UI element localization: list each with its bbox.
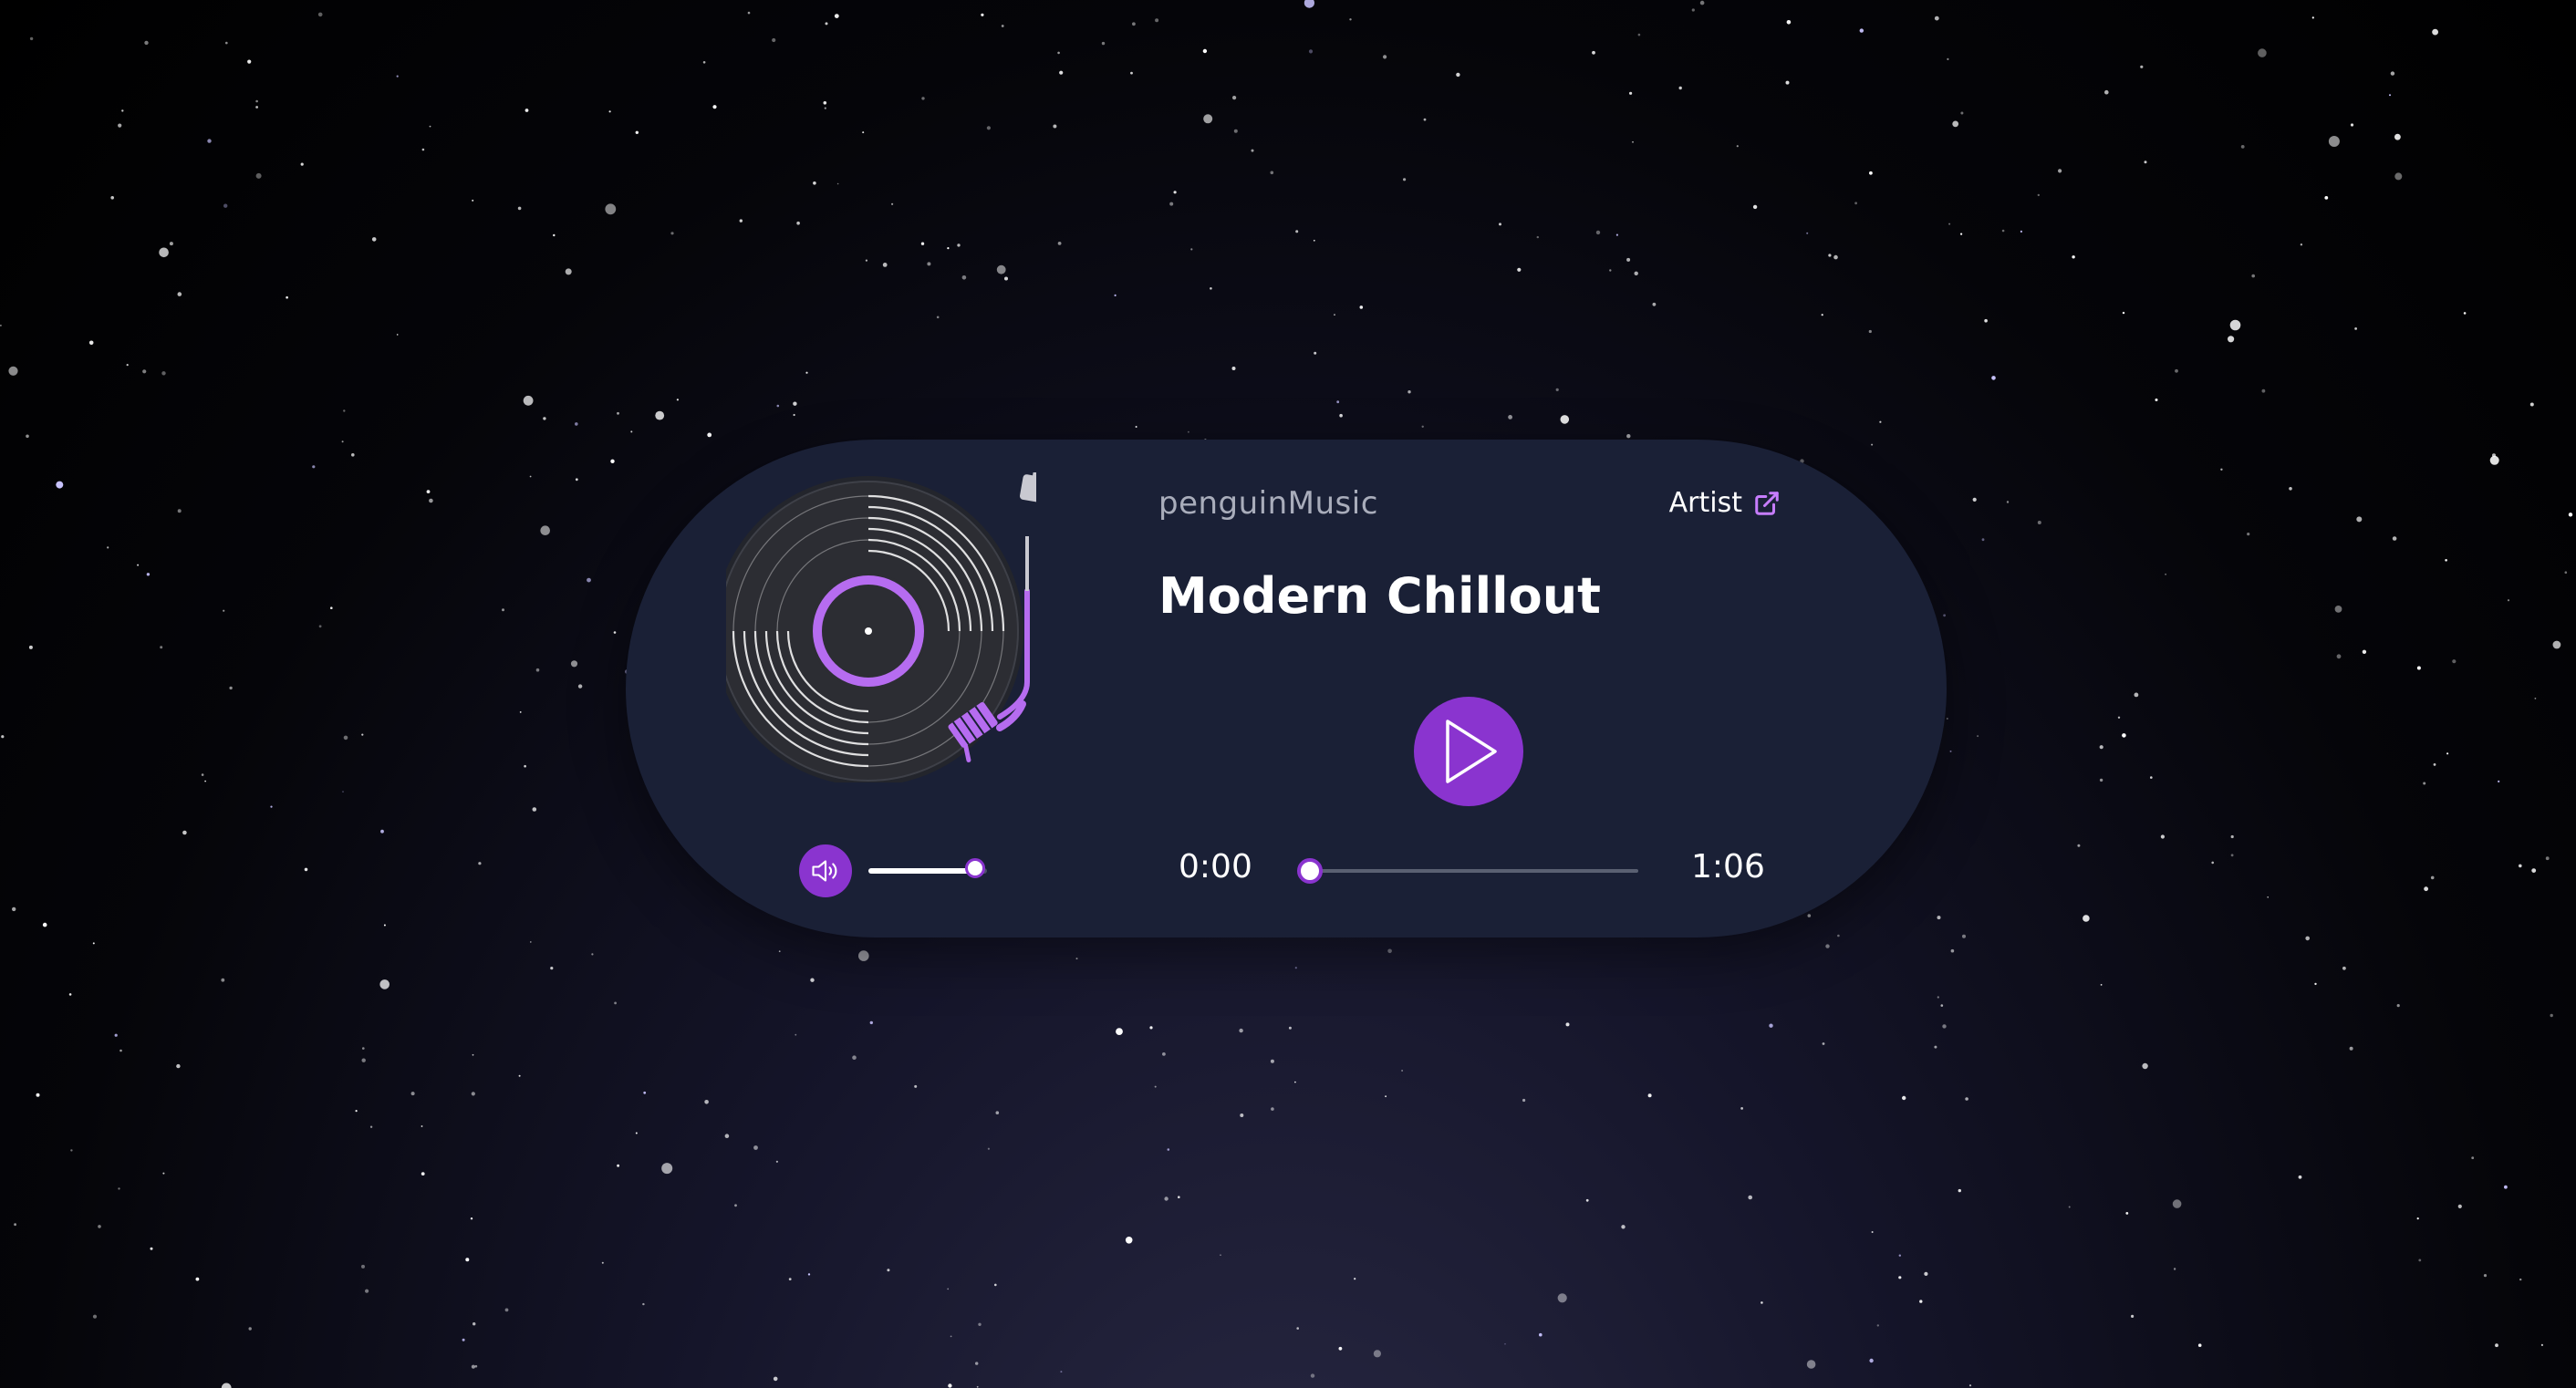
- progress-bar-thumb[interactable]: [1297, 858, 1323, 884]
- volume-icon: [812, 860, 837, 882]
- music-player-card: penguinMusic Artist Modern Chillout 0:00…: [626, 440, 1947, 937]
- total-time: 1:06: [1691, 848, 1765, 886]
- volume-slider-thumb[interactable]: [965, 858, 985, 878]
- artist-link-label: Artist: [1668, 487, 1742, 519]
- vinyl-turntable-icon: [726, 472, 1036, 782]
- artist-link[interactable]: Artist: [1669, 487, 1781, 519]
- play-icon: [1446, 720, 1497, 783]
- current-time: 0:00: [1179, 848, 1252, 886]
- play-button[interactable]: [1414, 697, 1523, 806]
- volume-slider-fill: [868, 868, 975, 874]
- volume-slider[interactable]: [868, 858, 987, 878]
- tonearm-counterweight: [1019, 472, 1036, 503]
- volume-button[interactable]: [799, 844, 852, 897]
- brand-name: penguinMusic: [1158, 485, 1378, 522]
- track-title: Modern Chillout: [1158, 567, 1601, 625]
- progress-bar[interactable]: [1297, 858, 1638, 884]
- external-link-icon: [1755, 491, 1779, 515]
